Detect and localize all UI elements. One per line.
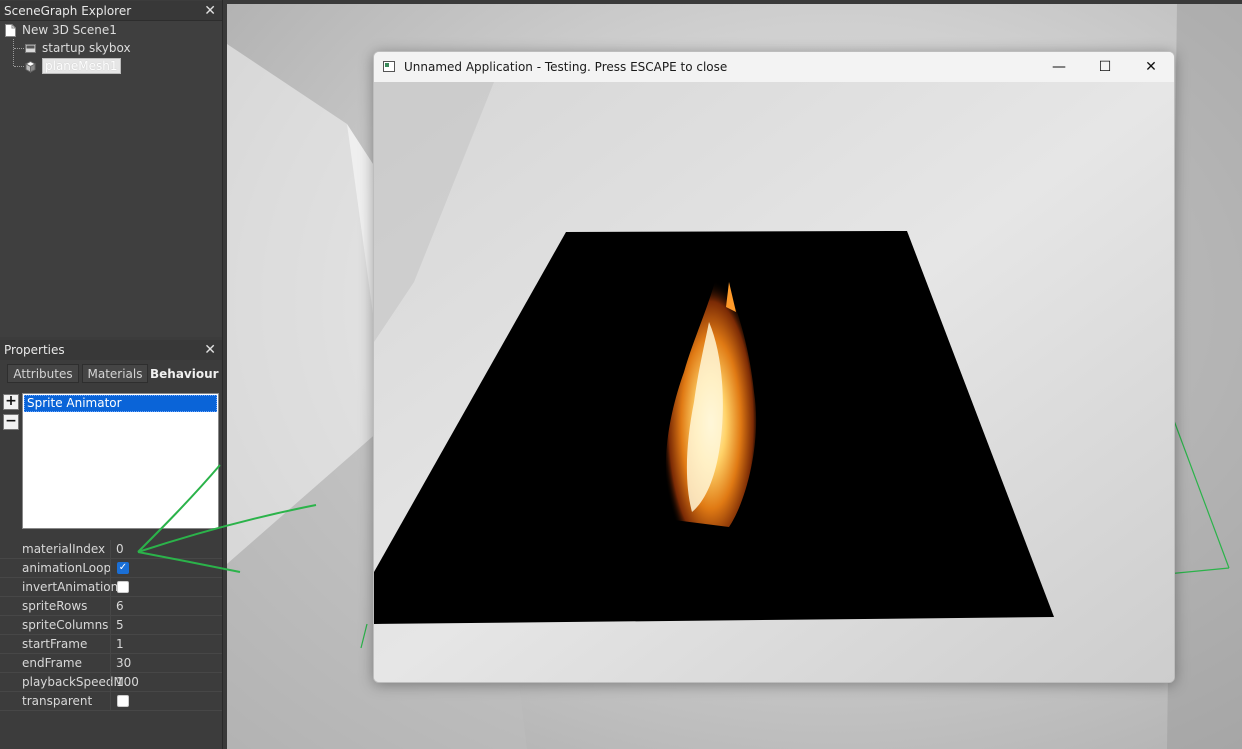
column-divider xyxy=(110,692,111,710)
properties-close-icon[interactable]: ✕ xyxy=(204,340,216,360)
column-divider xyxy=(110,635,111,653)
render-canvas[interactable] xyxy=(374,82,1174,682)
property-row: playbackSpeedM 100 xyxy=(0,673,222,692)
tree-node-scene[interactable]: New 3D Scene1 xyxy=(5,21,117,39)
material-index-field[interactable]: 0 xyxy=(116,540,124,558)
tab-behaviour[interactable]: Behaviour xyxy=(149,364,219,383)
column-divider xyxy=(110,616,111,634)
tree-node-planemesh[interactable]: planeMesh1 xyxy=(25,57,121,75)
property-row: startFrame 1 xyxy=(0,635,222,654)
column-divider xyxy=(110,540,111,558)
scene-explorer-close-icon[interactable]: ✕ xyxy=(204,1,216,21)
property-row: spriteColumns 5 xyxy=(0,616,222,635)
skybox-icon xyxy=(25,44,36,53)
scene-explorer-header: SceneGraph Explorer ✕ xyxy=(0,1,222,21)
close-button[interactable]: ✕ xyxy=(1128,52,1174,82)
scene-tree: New 3D Scene1 startup skybox planeMesh1 xyxy=(0,20,222,337)
tree-node-label: New 3D Scene1 xyxy=(22,23,117,37)
property-name: endFrame xyxy=(22,656,82,670)
tree-connector xyxy=(13,39,14,66)
property-name: animationLoop xyxy=(22,561,112,575)
property-row: invertAnimation xyxy=(0,578,222,597)
property-name: transparent xyxy=(22,694,93,708)
scene-explorer-title: SceneGraph Explorer xyxy=(4,4,132,18)
playback-speed-field[interactable]: 100 xyxy=(116,673,139,691)
add-behaviour-button[interactable]: + xyxy=(3,394,19,410)
tab-materials[interactable]: Materials xyxy=(82,364,148,383)
mesh-icon xyxy=(25,60,36,73)
app-icon xyxy=(383,61,395,72)
transparent-checkbox[interactable] xyxy=(117,695,129,707)
tab-attributes[interactable]: Attributes xyxy=(7,364,79,383)
tree-node-label: planeMesh1 xyxy=(42,58,121,74)
app-window-title: Unnamed Application - Testing. Press ESC… xyxy=(404,60,728,74)
properties-header: Properties ✕ xyxy=(0,340,222,360)
property-name: startFrame xyxy=(22,637,88,651)
property-row: transparent xyxy=(0,692,222,711)
tree-connector xyxy=(14,66,24,67)
column-divider xyxy=(110,654,111,672)
remove-behaviour-button[interactable]: − xyxy=(3,414,19,430)
property-name: materialIndex xyxy=(22,542,106,556)
sprite-columns-field[interactable]: 5 xyxy=(116,616,124,634)
column-divider xyxy=(110,559,111,577)
animation-loop-checkbox[interactable]: ✓ xyxy=(117,562,129,574)
column-divider xyxy=(110,578,111,596)
minimize-button[interactable]: — xyxy=(1036,52,1082,82)
start-frame-field[interactable]: 1 xyxy=(116,635,124,653)
tree-node-skybox[interactable]: startup skybox xyxy=(25,39,131,57)
maximize-button[interactable]: ☐ xyxy=(1082,52,1128,82)
sprite-rows-field[interactable]: 6 xyxy=(116,597,124,615)
property-row: endFrame 30 xyxy=(0,654,222,673)
tree-connector xyxy=(14,48,24,49)
list-item[interactable]: Sprite Animator xyxy=(24,395,217,412)
document-icon xyxy=(5,24,16,37)
property-name: spriteColumns xyxy=(22,618,109,632)
end-frame-field[interactable]: 30 xyxy=(116,654,131,672)
properties-title: Properties xyxy=(4,343,65,357)
property-name: spriteRows xyxy=(22,599,88,613)
tree-node-label: startup skybox xyxy=(42,41,131,55)
app-window: Unnamed Application - Testing. Press ESC… xyxy=(373,51,1175,683)
property-name: invertAnimation xyxy=(22,580,119,594)
column-divider xyxy=(110,597,111,615)
column-divider xyxy=(110,673,111,691)
left-dock: SceneGraph Explorer ✕ New 3D Scene1 star… xyxy=(0,0,223,749)
property-row: spriteRows 6 xyxy=(0,597,222,616)
invert-animation-checkbox[interactable] xyxy=(117,581,129,593)
rendered-scene xyxy=(374,82,1174,682)
app-titlebar[interactable]: Unnamed Application - Testing. Press ESC… xyxy=(374,52,1174,82)
property-name: playbackSpeedM xyxy=(22,675,124,689)
